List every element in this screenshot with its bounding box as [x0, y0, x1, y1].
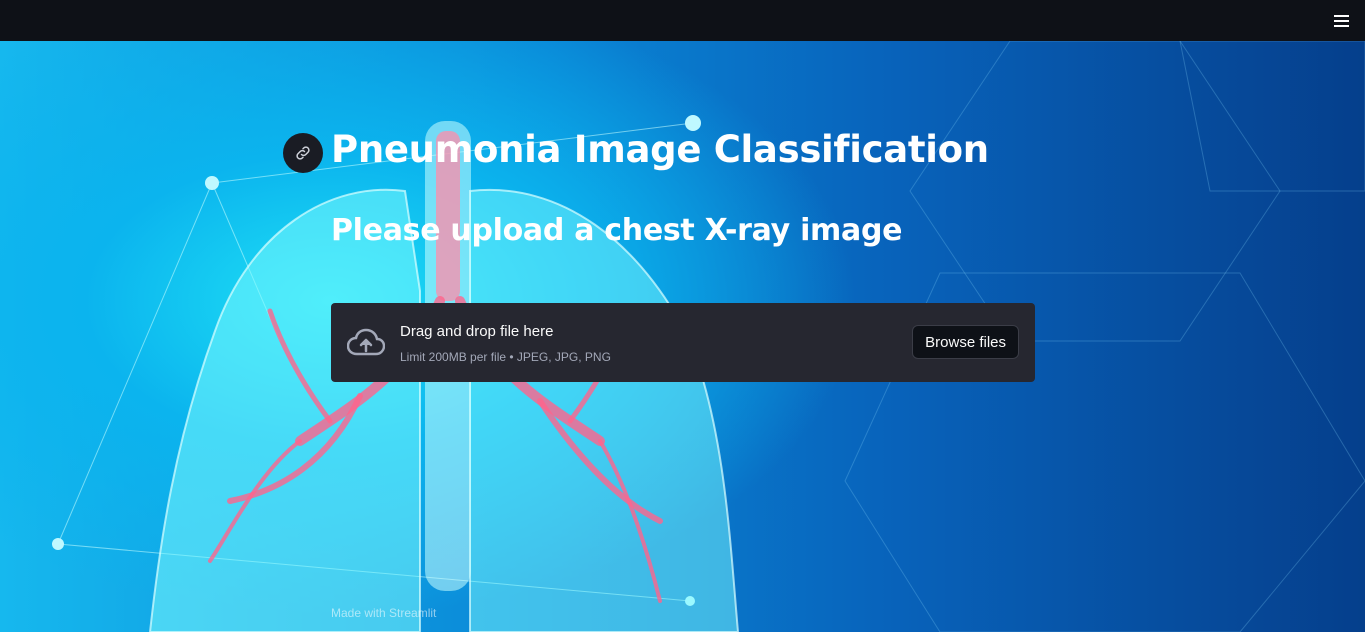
heading-anchor-link[interactable] — [283, 133, 323, 173]
browse-files-button[interactable]: Browse files — [912, 325, 1019, 359]
footer-credit[interactable]: Made with Streamlit — [331, 606, 436, 620]
page-title: Pneumonia Image Classification — [331, 128, 989, 171]
menu-line — [1334, 25, 1349, 27]
menu-line — [1334, 20, 1349, 22]
top-toolbar — [0, 0, 1365, 41]
link-icon — [296, 146, 310, 160]
hamburger-menu-icon[interactable] — [1333, 12, 1351, 30]
dropzone-limits: Limit 200MB per file • JPEG, JPG, PNG — [400, 350, 611, 364]
page-subtitle: Please upload a chest X-ray image — [331, 213, 903, 248]
cloud-upload-icon — [347, 328, 385, 356]
file-upload-dropzone[interactable]: Drag and drop file here Limit 200MB per … — [331, 303, 1035, 382]
dropzone-instruction: Drag and drop file here — [400, 323, 554, 340]
menu-line — [1334, 15, 1349, 17]
